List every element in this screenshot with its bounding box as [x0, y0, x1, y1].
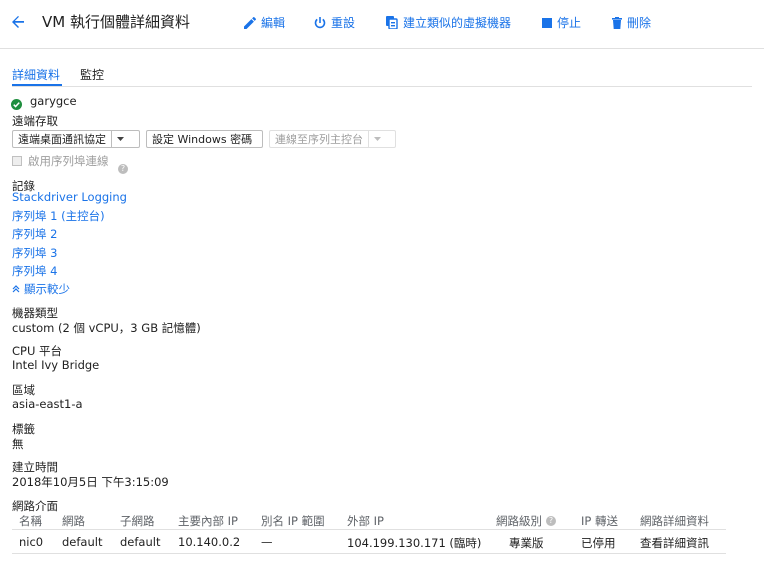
reset-button[interactable]: 重設: [314, 14, 355, 31]
delete-button[interactable]: 刪除: [612, 14, 651, 31]
cell-external-ip: 104.199.130.171 (臨時): [347, 536, 482, 550]
cell-ip-forwarding: 已停用: [581, 536, 616, 550]
table-header-divider: [12, 529, 726, 530]
edit-button[interactable]: 編輯: [244, 14, 285, 31]
cell-name: nic0: [19, 535, 44, 549]
show-less-link[interactable]: 顯示較少: [12, 281, 70, 297]
stop-button[interactable]: 停止: [542, 14, 581, 31]
cell-network: default: [62, 535, 103, 549]
page-title: VM 執行個體詳細資料: [42, 13, 190, 31]
edit-label: 編輯: [261, 16, 286, 30]
caret-down-icon: [368, 131, 385, 147]
network-tier-header-label: 網路級別: [496, 514, 542, 528]
cell-alias-ip: —: [261, 535, 273, 549]
machine-type-label: 機器類型: [12, 306, 58, 320]
serial-console-button: 連線至序列主控台: [269, 130, 396, 148]
chevron-up-double-icon: [12, 285, 20, 293]
rdp-dropdown-button[interactable]: 遠端桌面通訊協定: [12, 130, 140, 148]
remote-access-heading: 遠端存取: [12, 114, 58, 128]
labels-label: 標籤: [12, 422, 35, 436]
column-header-internal-ip: 主要內部 IP: [178, 514, 238, 528]
column-header-subnetwork: 子網路: [120, 514, 155, 528]
windows-password-button[interactable]: 設定 Windows 密碼: [146, 130, 263, 148]
column-header-network-details: 網路詳細資料: [640, 514, 709, 528]
cell-network-tier: 專業版: [509, 536, 544, 550]
serial-port-4-link[interactable]: 序列埠 4: [12, 263, 57, 279]
tab-divider: [12, 86, 752, 87]
zone-label: 區域: [12, 383, 35, 397]
view-details-link[interactable]: 查看詳細資訊: [640, 535, 709, 551]
serial-console-label: 連線至序列主控台: [275, 133, 363, 146]
instance-name: garygce: [30, 94, 77, 108]
top-app-bar: VM 執行個體詳細資料 編輯 重設 建立類似的虛擬機器 停止 刪除: [0, 0, 764, 49]
labels-value: 無: [12, 437, 24, 451]
network-interfaces-heading: 網路介面: [12, 499, 58, 513]
table-row-divider: [12, 553, 726, 554]
active-tab-indicator: [12, 84, 62, 86]
cpu-platform-label: CPU 平台: [12, 344, 63, 358]
power-icon: [314, 16, 326, 28]
stackdriver-logging-link[interactable]: Stackdriver Logging: [12, 190, 127, 204]
cell-subnetwork: default: [120, 535, 161, 549]
caret-down-icon[interactable]: [111, 131, 128, 147]
machine-type-value: custom (2 個 vCPU，3 GB 記憶體): [12, 321, 201, 335]
help-icon[interactable]: ?: [118, 156, 128, 175]
delete-label: 刪除: [627, 16, 652, 30]
column-header-ip-forwarding: IP 轉送: [581, 514, 618, 528]
enable-serial-checkbox[interactable]: [12, 156, 22, 166]
cell-internal-ip: 10.140.0.2: [178, 535, 241, 549]
serial-port-3-link[interactable]: 序列埠 3: [12, 245, 57, 261]
reset-label: 重設: [331, 16, 356, 30]
enable-serial-label: 啟用序列埠連線: [28, 154, 109, 168]
created-time-value: 2018年10月5日 下午3:15:09: [12, 475, 169, 489]
create-similar-button[interactable]: 建立類似的虛擬機器: [386, 14, 511, 31]
column-header-network-tier: 網路級別 ?: [496, 513, 556, 529]
stop-icon: [542, 17, 552, 28]
serial-port-1-link[interactable]: 序列埠 1 (主控台): [12, 208, 105, 224]
tab-monitoring[interactable]: 監控: [80, 66, 104, 83]
serial-port-2-link[interactable]: 序列埠 2: [12, 226, 57, 242]
column-header-external-ip: 外部 IP: [347, 514, 384, 528]
pencil-icon: [244, 16, 256, 29]
cpu-platform-value: Intel Ivy Bridge: [12, 358, 100, 372]
trash-icon: [612, 16, 622, 29]
created-time-label: 建立時間: [12, 460, 58, 474]
show-less-label: 顯示較少: [24, 282, 70, 296]
help-icon[interactable]: ?: [546, 516, 556, 526]
copy-vm-icon: [386, 16, 398, 29]
create-similar-label: 建立類似的虛擬機器: [403, 16, 512, 30]
running-status-icon: [11, 95, 22, 114]
column-header-alias-ip: 別名 IP 範圍: [261, 514, 325, 528]
tab-details[interactable]: 詳細資料: [12, 66, 60, 83]
rdp-button-label: 遠端桌面通訊協定: [18, 133, 106, 146]
zone-value: asia-east1-a: [12, 397, 83, 411]
column-header-name: 名稱: [19, 514, 42, 528]
windows-password-label: 設定 Windows 密碼: [152, 133, 253, 146]
stop-label: 停止: [557, 16, 582, 30]
back-arrow-icon[interactable]: [8, 12, 28, 32]
column-header-network: 網路: [62, 514, 85, 528]
